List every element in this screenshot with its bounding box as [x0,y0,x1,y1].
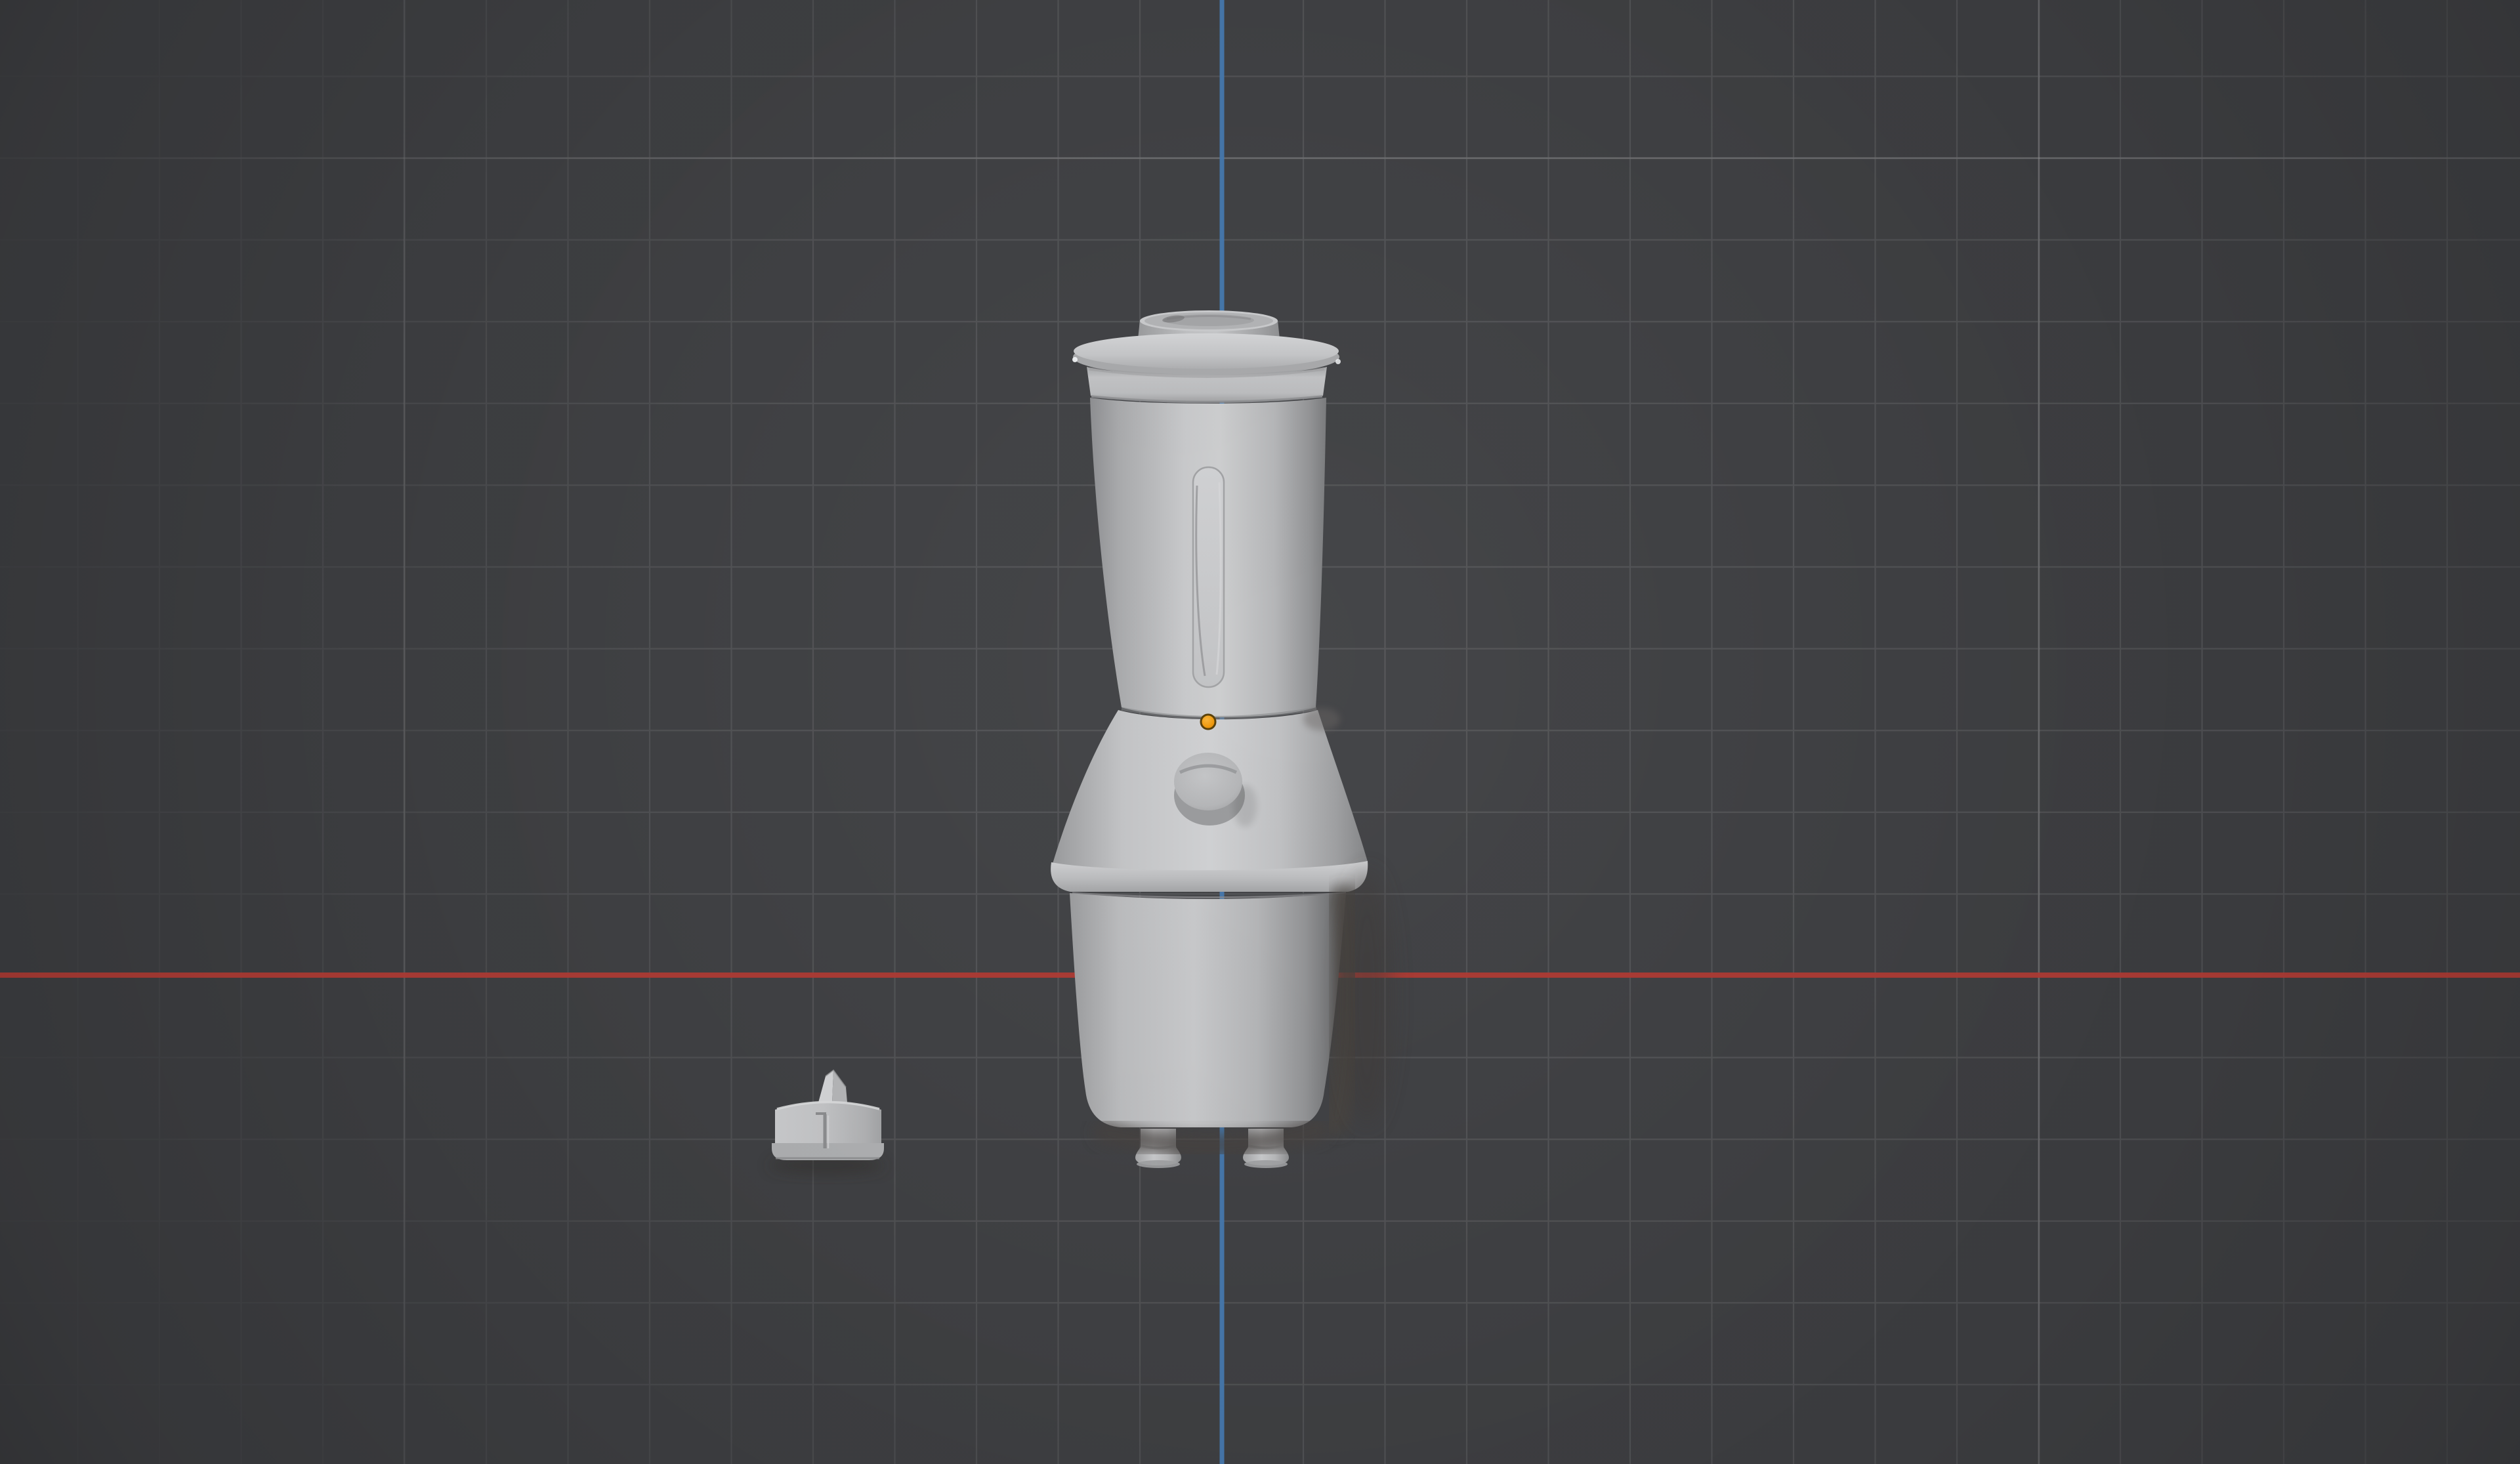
viewport[interactable] [0,0,2520,1464]
viewport-canvas[interactable] [0,0,2520,1464]
vignette-overlay [0,0,2520,1464]
